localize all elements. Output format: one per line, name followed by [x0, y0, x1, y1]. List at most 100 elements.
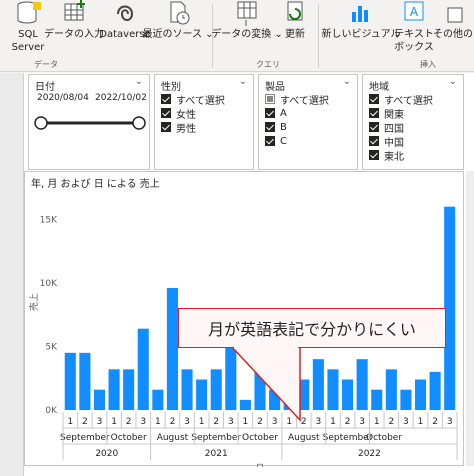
refresh-icon [287, 1, 303, 21]
x-day-label: 3 [184, 417, 190, 427]
x-year-label: 2022 [358, 449, 381, 459]
x-day-label: 1 [374, 417, 380, 427]
bar [312, 359, 324, 410]
gender-item-all[interactable]: すべて選択 [161, 92, 225, 107]
more-visuals-button[interactable]: その他の [432, 0, 474, 60]
text-box-icon: A [404, 1, 424, 21]
refresh-button[interactable]: 更新 [278, 0, 312, 60]
transform-data-label: データの変換 ⌄ [211, 29, 283, 40]
recent-sources-icon [170, 1, 190, 25]
ribbon: SQL Server データの入力 Dataverse 最近のソース ⌄ データ… [0, 0, 474, 72]
recent-sources-button[interactable]: 最近のソース ⌄ [142, 0, 214, 60]
date-from[interactable]: 2020/08/04 [37, 93, 89, 103]
product-item-all[interactable]: すべて選択 [265, 92, 329, 107]
checkbox-checked[interactable] [161, 122, 171, 132]
transform-data-icon [237, 1, 257, 26]
x-day-label: 1 [111, 417, 117, 427]
checkbox-partial[interactable] [265, 94, 275, 104]
bar [137, 328, 149, 410]
page-left-strip [0, 73, 24, 476]
text-box-button[interactable]: A テキスト ボックス [394, 0, 434, 60]
x-day-label: 1 [199, 417, 205, 427]
enter-data-button[interactable]: データの入力 [44, 0, 104, 60]
bar [371, 389, 383, 410]
chevron-down-icon[interactable]: ⌄ [135, 76, 143, 87]
region-item-kanto[interactable]: 関東 [369, 106, 404, 121]
new-visual-label: 新しいビジュアル [321, 29, 401, 40]
bar [152, 389, 164, 410]
x-month-label: October [242, 433, 278, 443]
x-day-label: 1 [330, 417, 336, 427]
group-label-insert: 挿入 [420, 60, 436, 69]
sql-server-label: SQL Server [11, 29, 45, 53]
refresh-label: 更新 [285, 29, 305, 40]
transform-data-button[interactable]: データの変換 ⌄ [211, 0, 283, 60]
bar [342, 379, 354, 410]
bar [283, 399, 295, 410]
x-day-label: 1 [155, 417, 161, 427]
product-slicer[interactable]: 製品 ⌄ すべて選択 A B C [258, 74, 358, 170]
region-item-all[interactable]: すべて選択 [369, 92, 433, 107]
new-visual-button[interactable]: 新しいビジュアル [322, 0, 401, 60]
dataverse-icon [117, 5, 134, 21]
region-slicer[interactable]: 地域 ⌄ すべて選択 関東 四国 中国 東北 [362, 74, 464, 170]
x-day-label: 3 [359, 417, 365, 427]
x-day-label: 3 [403, 417, 409, 427]
checkbox-checked[interactable] [161, 108, 171, 118]
x-day-label: 2 [213, 417, 219, 427]
y-axis-title: 売上 [28, 293, 40, 311]
checkbox-checked[interactable] [265, 108, 275, 118]
more-visuals-label: その他の [433, 29, 473, 40]
text-box-label: テキスト ボックス [394, 29, 434, 53]
bar [196, 379, 208, 410]
checkbox-checked[interactable] [369, 136, 379, 146]
date-to[interactable]: 2022/10/02 [95, 93, 147, 103]
bar [400, 389, 412, 410]
x-day-label: 3 [316, 417, 322, 427]
x-day-label: 3 [447, 417, 453, 427]
y-tick-label: 10K [40, 279, 58, 289]
group-label-query: クエリ [256, 60, 280, 69]
product-item-a[interactable]: A [265, 106, 287, 120]
product-item-c[interactable]: C [265, 134, 287, 148]
svg-text:A: A [410, 5, 419, 19]
checkbox-checked[interactable] [161, 94, 171, 104]
x-year-label: 2021 [205, 449, 228, 459]
x-day-label: 2 [126, 417, 132, 427]
x-day-label: 2 [301, 417, 307, 427]
new-visual-icon [352, 6, 368, 22]
checkbox-checked[interactable] [369, 108, 379, 118]
bar [385, 369, 397, 410]
x-day-label: 3 [140, 417, 146, 427]
checkbox-checked[interactable] [369, 150, 379, 160]
sql-server-button[interactable]: SQL Server [8, 0, 48, 60]
gender-item-male[interactable]: 男性 [161, 120, 196, 135]
bar [181, 369, 193, 410]
product-item-b[interactable]: B [265, 120, 287, 134]
bar [79, 352, 91, 410]
sql-server-icon [17, 1, 41, 24]
date-range-slider[interactable] [29, 113, 151, 133]
chevron-down-icon[interactable]: ⌄ [239, 76, 247, 87]
checkbox-checked[interactable] [265, 136, 275, 146]
bar [123, 369, 135, 410]
gender-slicer[interactable]: 性別 ⌄ すべて選択 女性 男性 [154, 74, 254, 170]
checkbox-checked[interactable] [265, 122, 275, 132]
chevron-down-icon[interactable]: ⌄ [449, 76, 457, 87]
checkbox-checked[interactable] [369, 122, 379, 132]
checkbox-checked[interactable] [369, 94, 379, 104]
x-day-label: 2 [388, 417, 394, 427]
vertical-scrollbar[interactable] [466, 171, 474, 466]
region-item-chugoku[interactable]: 中国 [369, 134, 404, 149]
bar [93, 389, 106, 410]
x-day-label: 2 [82, 417, 88, 427]
gender-item-female[interactable]: 女性 [161, 106, 196, 121]
slider-handle-end [132, 116, 146, 130]
region-item-shikoku[interactable]: 四国 [369, 120, 404, 135]
x-day-label: 1 [243, 417, 249, 427]
chevron-down-icon[interactable]: ⌄ [343, 76, 351, 87]
region-item-tohoku[interactable]: 東北 [369, 148, 404, 163]
bar [210, 369, 222, 410]
date-slicer[interactable]: 日付 ⌄ 2020/08/04 2022/10/02 [28, 74, 150, 170]
bar [108, 369, 120, 410]
